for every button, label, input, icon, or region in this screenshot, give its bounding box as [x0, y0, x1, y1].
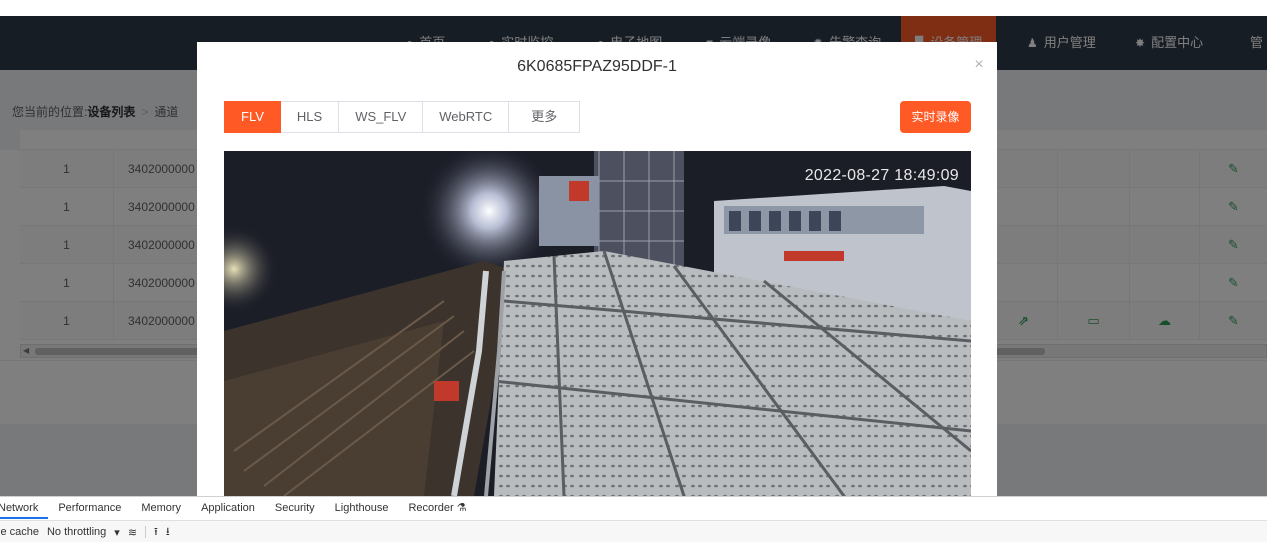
throttling-select[interactable]: No throttling [47, 526, 106, 538]
chevron-down-icon[interactable]: ▾ [114, 526, 120, 539]
devtools-tab-application[interactable]: Application [191, 497, 265, 519]
devtools-tab-network[interactable]: Network [0, 497, 49, 519]
video-player-dialog: 6K0685FPAZ95DDF-1 × FLV HLS WS_FLV WebRT… [197, 42, 997, 496]
tab-more[interactable]: 更多 [509, 101, 581, 133]
devtools-tab-security[interactable]: Security [265, 497, 325, 519]
devtools-tab-lighthouse[interactable]: Lighthouse [325, 497, 399, 519]
devtools-tabs: Network Performance Memory Application S… [0, 497, 477, 519]
video-frame [224, 151, 971, 496]
top-strip [0, 0, 1267, 16]
stream-protocol-tabs: FLV HLS WS_FLV WebRTC 更多 [224, 101, 581, 133]
devtools-tab-memory[interactable]: Memory [131, 497, 191, 519]
live-record-button[interactable]: 实时录像 [900, 101, 971, 133]
video-timestamp: 2022-08-27 18:49:09 [804, 167, 959, 184]
upload-icon[interactable]: ⭱ [154, 523, 158, 542]
tab-flv[interactable]: FLV [224, 101, 281, 133]
devtools-tab-label: Recorder [408, 502, 454, 514]
flask-icon: ⚗ [456, 502, 467, 514]
devtools-network-toolbar: le cache No throttling ▾ ≋ ⭱ ⭳ [0, 520, 1267, 542]
tab-webrtc[interactable]: WebRTC [423, 101, 510, 133]
tab-ws-flv[interactable]: WS_FLV [339, 101, 424, 133]
devtools-tab-recorder[interactable]: Recorder ⚗ [398, 497, 476, 519]
download-icon[interactable]: ⭳ [166, 523, 170, 542]
divider [145, 526, 147, 538]
devtools-tab-performance[interactable]: Performance [48, 497, 131, 519]
wifi-icon[interactable]: ≋ [128, 526, 137, 539]
close-icon[interactable]: × [969, 55, 989, 75]
video-player[interactable]: 2022-08-27 18:49:09 [224, 151, 971, 496]
disable-cache-label[interactable]: le cache [0, 526, 39, 538]
tab-hls[interactable]: HLS [280, 101, 340, 133]
dialog-title: 6K0685FPAZ95DDF-1 [517, 58, 677, 75]
devtools-panel: Network Performance Memory Application S… [0, 496, 1267, 542]
